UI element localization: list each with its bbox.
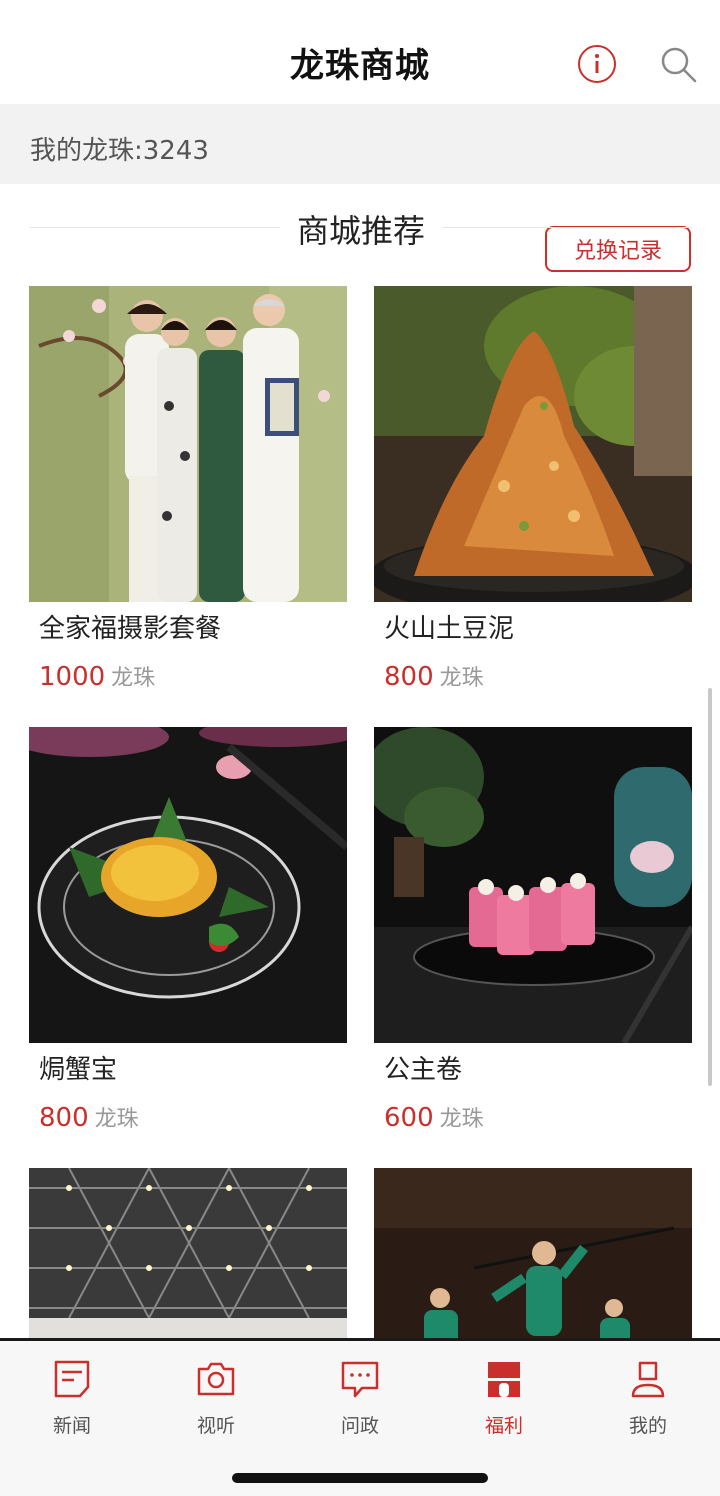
product-name: 公主卷	[384, 1055, 463, 1085]
tab-news[interactable]: 新闻	[22, 1359, 122, 1438]
price-unit: 龙珠	[439, 1107, 484, 1132]
product-image-family-photo[interactable]	[29, 286, 347, 602]
search-icon[interactable]	[658, 44, 698, 84]
product-price: 800 龙珠	[39, 1101, 139, 1133]
bottom-tab-bar: 新闻 视听 问政 福利 我的	[0, 1338, 720, 1496]
price-value: 1000	[39, 662, 106, 692]
product-card[interactable]: 全家福摄影套餐 1000 龙珠	[29, 286, 347, 692]
tab-label: 福利	[484, 1415, 523, 1437]
product-price: 800 龙珠	[384, 660, 484, 692]
points-bar: 我的龙珠:3243 兑换记录	[0, 104, 720, 272]
news-icon	[54, 1360, 90, 1398]
top-nav-bar: 龙珠商城	[0, 0, 720, 104]
price-unit: 龙珠	[111, 666, 156, 691]
section-title: 商城推荐	[296, 212, 425, 250]
product-card[interactable]: 公主卷 600 龙珠	[374, 727, 692, 1133]
tab-media[interactable]: 视听	[166, 1359, 266, 1438]
tab-welfare[interactable]: 福利	[454, 1359, 554, 1438]
tab-label: 新闻	[52, 1415, 91, 1437]
gift-icon	[488, 1362, 520, 1397]
price-unit: 龙珠	[439, 666, 484, 691]
chat-icon	[341, 1361, 379, 1398]
profile-icon	[631, 1361, 665, 1398]
home-indicator	[232, 1473, 488, 1483]
info-glyph	[595, 54, 599, 73]
product-name: 焗蟹宝	[39, 1055, 118, 1085]
product-card[interactable]: 火山土豆泥 800 龙珠	[374, 286, 692, 692]
tab-label: 问政	[340, 1415, 379, 1437]
price-unit: 龙珠	[94, 1107, 139, 1132]
product-image-princess-roll[interactable]	[374, 727, 692, 1043]
product-name: 火山土豆泥	[384, 614, 515, 644]
product-image-baked-crab[interactable]	[29, 727, 347, 1043]
divider-right	[442, 227, 692, 228]
tab-label: 我的	[628, 1415, 667, 1437]
tab-politics[interactable]: 问政	[310, 1359, 410, 1438]
section-header: 商城推荐	[30, 200, 692, 256]
my-points-label: 我的龙珠:3243	[30, 136, 209, 166]
info-icon[interactable]	[578, 45, 616, 83]
camera-icon	[197, 1362, 235, 1396]
product-price: 1000 龙珠	[39, 660, 155, 692]
price-value: 800	[384, 662, 434, 692]
product-price: 600 龙珠	[384, 1101, 484, 1133]
product-card[interactable]: 焗蟹宝 800 龙珠	[29, 727, 347, 1133]
tab-label: 视听	[196, 1415, 235, 1437]
scrollbar[interactable]	[708, 688, 712, 1086]
tab-mine[interactable]: 我的	[598, 1359, 698, 1438]
price-value: 600	[384, 1103, 434, 1133]
product-image-volcano-potato[interactable]	[374, 286, 692, 602]
product-name: 全家福摄影套餐	[39, 614, 222, 644]
price-value: 800	[39, 1103, 89, 1133]
